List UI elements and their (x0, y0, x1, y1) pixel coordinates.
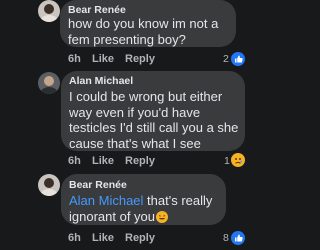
reaction-count: 2 (223, 53, 229, 65)
reply-button[interactable]: Reply (125, 155, 155, 167)
comment-author[interactable]: Alan Michael (69, 75, 133, 87)
laughing-emoji-icon (156, 210, 169, 223)
profile-photo-icon (38, 174, 60, 196)
comment-text: how do you know im not a fem presenting … (68, 16, 219, 47)
reaction-count: 1 (224, 155, 230, 167)
comment-time[interactable]: 6h (68, 53, 81, 65)
reply-button[interactable]: Reply (125, 232, 155, 244)
like-reaction-icon[interactable] (231, 231, 245, 245)
comment-time[interactable]: 6h (68, 232, 81, 244)
profile-photo-icon (38, 72, 60, 94)
reaction-count: 8 (223, 232, 229, 244)
comment-text: I could be wrong but either way even if … (69, 89, 239, 151)
reply-button[interactable]: Reply (125, 53, 155, 65)
mention-link[interactable]: Alan Michael (69, 193, 143, 208)
avatar-alan-michael[interactable] (38, 72, 60, 94)
like-button[interactable]: Like (92, 232, 114, 244)
like-button[interactable]: Like (92, 155, 114, 167)
comment-time[interactable]: 6h (68, 155, 81, 167)
like-reaction-icon[interactable] (231, 52, 245, 66)
sad-reaction-icon[interactable] (231, 153, 245, 167)
like-button[interactable]: Like (92, 53, 114, 65)
comment-author[interactable]: Bear Renée (69, 179, 127, 191)
profile-photo-icon (38, 0, 60, 22)
avatar-bear-renee[interactable] (38, 0, 60, 22)
comment-text: Alan Michael that's really ignorant of y… (69, 193, 219, 224)
avatar-bear-renee[interactable] (38, 174, 60, 196)
comment-author[interactable]: Bear Renée (68, 4, 126, 16)
